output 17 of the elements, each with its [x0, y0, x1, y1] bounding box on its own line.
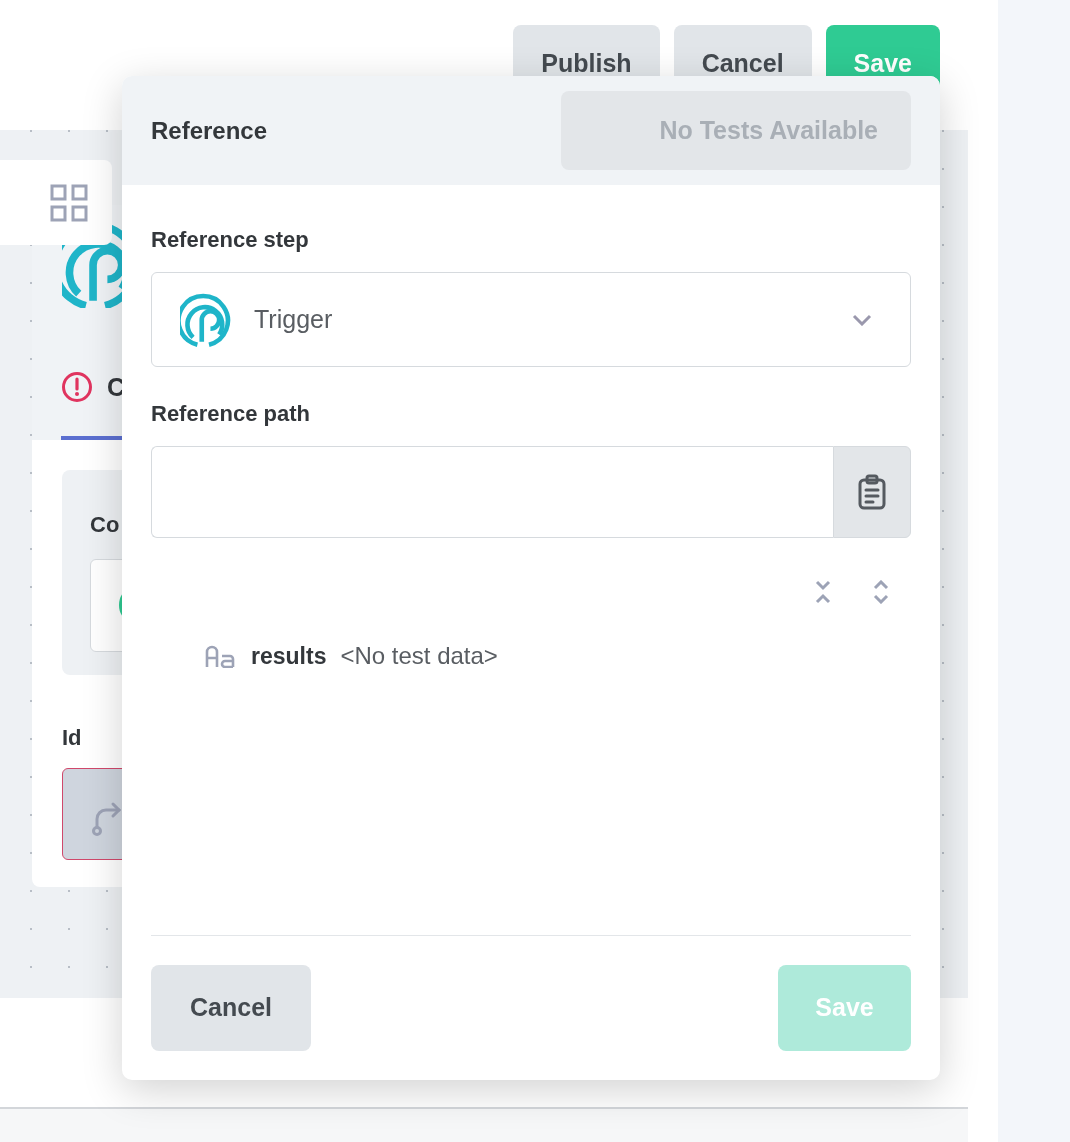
field-label: Reference path	[151, 400, 311, 428]
tree-key: results	[251, 638, 327, 674]
text-type-icon	[205, 644, 237, 668]
expand-all-button[interactable]	[873, 580, 889, 604]
path-field[interactable]	[151, 446, 833, 538]
dialog-title: Reference	[151, 115, 268, 146]
grid-icon[interactable]	[50, 183, 88, 222]
field-label: Id	[62, 724, 83, 752]
field-label: Co	[90, 511, 121, 539]
paste-button[interactable]	[833, 446, 911, 538]
cancel-button[interactable]: Cancel	[151, 965, 311, 1051]
field-label: Reference step	[151, 226, 310, 254]
step-select[interactable]: Trigger	[151, 272, 911, 367]
tree-value: <No test data>	[340, 641, 498, 671]
collapse-all-button[interactable]	[815, 580, 831, 604]
chevron-down-icon	[852, 313, 872, 326]
clipboard-icon	[858, 474, 886, 510]
